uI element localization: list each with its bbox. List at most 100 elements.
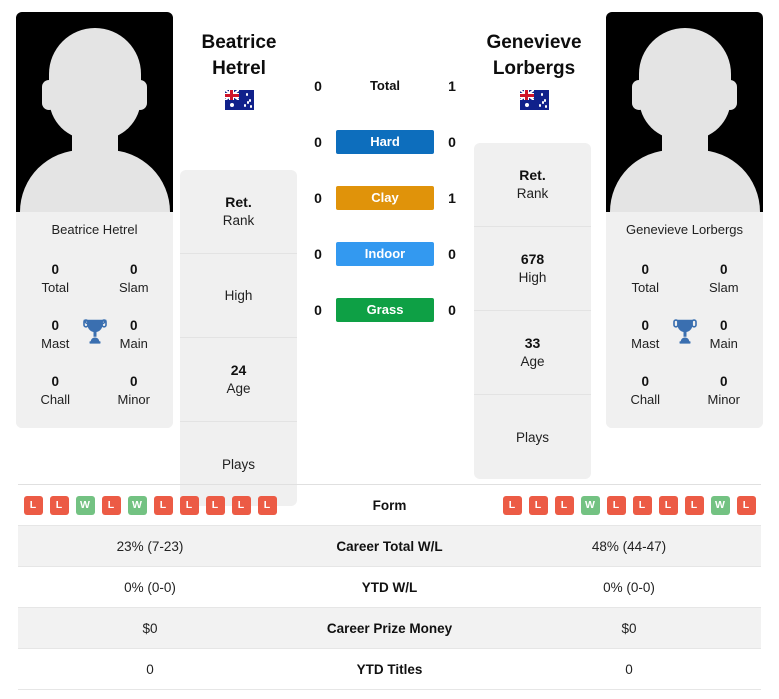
player-stats-left: Ret. Rank High 24 Age Plays — [180, 170, 297, 506]
stat-label: High — [518, 270, 547, 285]
title-label: Minor — [117, 391, 150, 407]
stat-high: 678 High — [474, 227, 591, 311]
title-stat-minor: 0 Minor — [95, 362, 174, 418]
player-silhouette-icon — [16, 12, 173, 212]
stat-age: 33 Age — [474, 311, 591, 395]
player-first-name: Beatrice — [201, 32, 277, 53]
title-label: Total — [41, 279, 69, 295]
title-value: 0 — [641, 261, 649, 277]
form-badge-loss[interactable]: L — [502, 495, 522, 515]
table-row-label: Career Total W/L — [336, 538, 443, 554]
table-right-value: $0 — [621, 620, 637, 636]
form-badge-loss[interactable]: L — [257, 495, 277, 515]
table-right-value: 0 — [625, 661, 633, 677]
form-badge-loss[interactable]: L — [554, 495, 574, 515]
form-badge-loss[interactable]: L — [101, 495, 121, 515]
form-badge-loss[interactable]: L — [658, 495, 678, 515]
trophy-icon — [80, 316, 110, 346]
table-row-form: LLWLWLLLLL Form LLLWLLLLWL — [18, 485, 761, 526]
h2h-row-clay: 0 Clay 1 — [300, 170, 470, 226]
form-badge-loss[interactable]: L — [684, 495, 704, 515]
table-row-career-total-wl: 23% (7-23) Career Total W/L 48% (44-47) — [18, 526, 761, 567]
title-stat-chall: 0 Chall — [16, 362, 95, 418]
title-label: Minor — [707, 391, 740, 407]
head-to-head-column: 0 Total 1 0 Hard 0 0 Clay 1 0 Indoor 0 0 — [300, 58, 470, 338]
titles-row: 0 Chall 0 Minor — [606, 362, 763, 418]
comparison-stats-table: LLWLWLLLLL Form LLLWLLLLWL 23% (7-23) Ca… — [18, 484, 761, 690]
stat-value: Ret. — [225, 194, 252, 210]
form-badge-win[interactable]: W — [127, 495, 147, 515]
trophy-icon — [670, 316, 700, 346]
title-stat-total: 0 Total — [606, 250, 685, 306]
stat-age: 24 Age — [180, 338, 297, 422]
form-badge-loss[interactable]: L — [606, 495, 626, 515]
stat-label: Age — [520, 354, 545, 369]
h2h-right-score: 0 — [448, 302, 456, 318]
table-row-label: Career Prize Money — [326, 620, 453, 636]
table-row-ytd-wl: 0% (0-0) YTD W/L 0% (0-0) — [18, 567, 761, 608]
stat-plays: Plays — [474, 395, 591, 479]
title-value: 0 — [719, 261, 728, 277]
form-badge-win[interactable]: W — [75, 495, 95, 515]
player-name-label-right: Genevieve Lorbergs — [606, 212, 763, 248]
table-left-value: $0 — [142, 620, 158, 636]
table-left-value: 23% (7-23) — [116, 538, 184, 554]
title-label: Slam — [708, 279, 739, 295]
player-comparison-page: Beatrice Hetrel 0 Total 0 Slam 0 Mast 0 … — [0, 0, 779, 699]
h2h-left-score: 0 — [314, 190, 322, 206]
form-badge-loss[interactable]: L — [231, 495, 251, 515]
title-stat-minor: 0 Minor — [685, 362, 764, 418]
titles-row: 0 Total 0 Slam — [606, 250, 763, 306]
form-badge-win[interactable]: W — [710, 495, 730, 515]
form-badge-loss[interactable]: L — [23, 495, 43, 515]
table-row-label: YTD W/L — [361, 579, 418, 595]
table-row-ytd-titles: 0 YTD Titles 0 — [18, 649, 761, 690]
h2h-right-score: 0 — [448, 246, 456, 262]
player-card-left[interactable]: Beatrice Hetrel 0 Total 0 Slam 0 Mast 0 … — [16, 12, 173, 428]
surface-badge-clay: Clay — [336, 186, 434, 210]
form-badge-loss[interactable]: L — [49, 495, 69, 515]
player-name-label-left: Beatrice Hetrel — [16, 212, 173, 248]
surface-badge-indoor: Indoor — [336, 242, 434, 266]
form-badge-win[interactable]: W — [580, 495, 600, 515]
surface-badge-hard: Hard — [336, 130, 434, 154]
title-label: Chall — [630, 391, 661, 407]
title-stat-total: 0 Total — [16, 250, 95, 306]
titles-row: 0 Total 0 Slam — [16, 250, 173, 306]
stat-label: Rank — [516, 186, 549, 201]
title-stat-slam: 0 Slam — [685, 250, 764, 306]
stat-value: 24 — [230, 362, 247, 378]
h2h-left-score: 0 — [314, 246, 322, 262]
form-badge-loss[interactable]: L — [736, 495, 756, 515]
title-value: 0 — [51, 373, 59, 389]
table-row-career-prize-money: $0 Career Prize Money $0 — [18, 608, 761, 649]
player-stats-right: Ret. Rank 678 High 33 Age Plays — [474, 143, 591, 479]
title-value: 0 — [129, 373, 138, 389]
stat-label: Plays — [221, 456, 255, 472]
form-badge-loss[interactable]: L — [528, 495, 548, 515]
player-card-right[interactable]: Genevieve Lorbergs 0 Total 0 Slam 0 Mast… — [606, 12, 763, 428]
h2h-left-score: 0 — [314, 134, 322, 150]
stat-rank: Ret. Rank — [474, 143, 591, 227]
h2h-row-total: 0 Total 1 — [300, 58, 470, 114]
h2h-right-score: 0 — [448, 134, 456, 150]
stat-value: 33 — [524, 335, 541, 351]
form-badge-loss[interactable]: L — [632, 495, 652, 515]
titles-grid-left: 0 Total 0 Slam 0 Mast 0 Main 0 Chall 0 M… — [16, 248, 173, 428]
table-right-value: 48% (44-47) — [591, 538, 667, 554]
h2h-left-score: 0 — [314, 78, 322, 94]
h2h-row-hard: 0 Hard 0 — [300, 114, 470, 170]
h2h-left-score: 0 — [314, 302, 322, 318]
form-badge-loss[interactable]: L — [153, 495, 173, 515]
stat-label: Rank — [222, 213, 255, 228]
titles-row: 0 Chall 0 Minor — [16, 362, 173, 418]
table-left-value: 0 — [146, 661, 154, 677]
title-stat-chall: 0 Chall — [606, 362, 685, 418]
form-badge-loss[interactable]: L — [179, 495, 199, 515]
form-badge-loss[interactable]: L — [205, 495, 225, 515]
h2h-right-score: 1 — [448, 190, 456, 206]
stat-high: High — [180, 254, 297, 338]
stat-value: 678 — [520, 251, 545, 267]
player-first-name: Genevieve — [486, 32, 582, 53]
form-strip-left: LLWLWLLLLL — [18, 495, 282, 515]
